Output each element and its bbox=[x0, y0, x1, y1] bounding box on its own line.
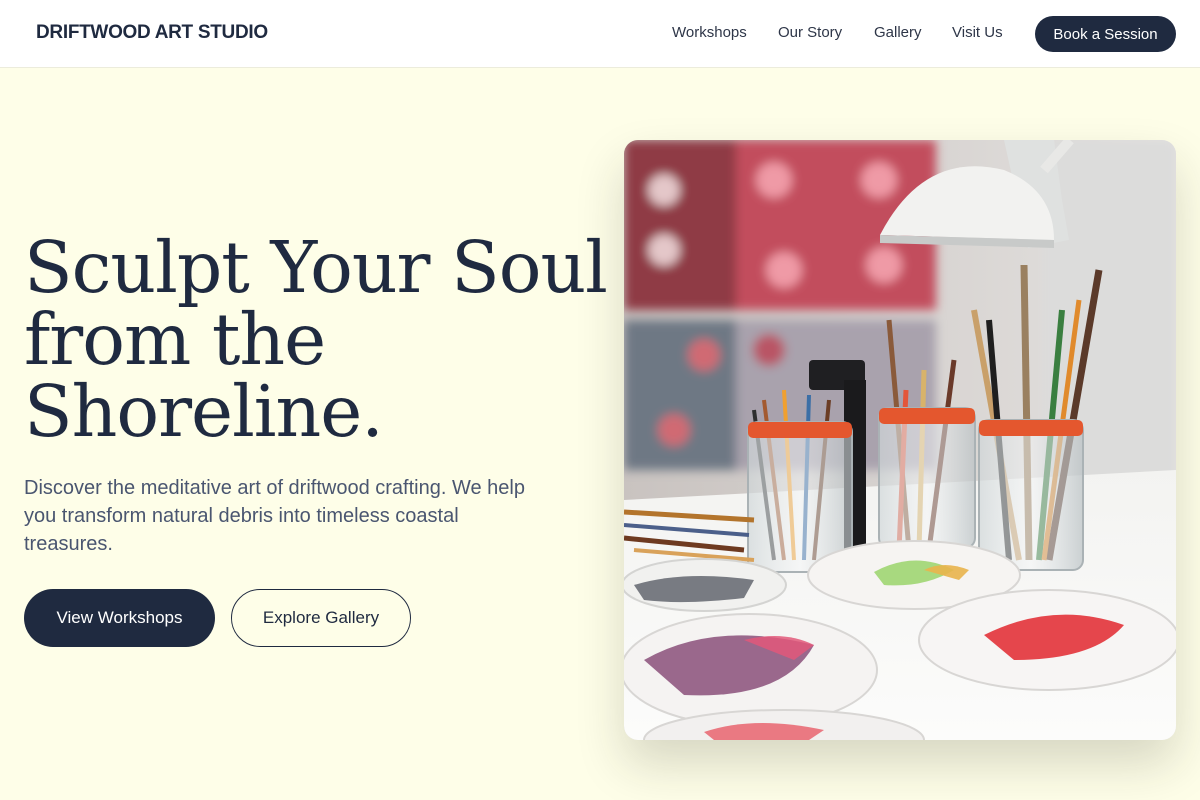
explore-gallery-button[interactable]: Explore Gallery bbox=[231, 589, 411, 647]
hero-image bbox=[624, 140, 1176, 740]
nav-workshops[interactable]: Workshops bbox=[672, 24, 747, 41]
brand-logo[interactable]: DRIFTWOOD ART STUDIO bbox=[36, 22, 268, 44]
hero-headline: Sculpt Your Soul from the Shoreline. bbox=[24, 226, 608, 453]
book-session-button[interactable]: Book a Session bbox=[1035, 16, 1176, 52]
nav-gallery[interactable]: Gallery bbox=[874, 24, 922, 41]
view-workshops-button[interactable]: View Workshops bbox=[24, 589, 215, 647]
top-navigation-bar: DRIFTWOOD ART STUDIO Workshops Our Story… bbox=[0, 0, 1200, 68]
headline-line-2: from the bbox=[24, 298, 326, 381]
studio-photo-illustration bbox=[624, 140, 1176, 740]
headline-line-3: Shoreline. bbox=[24, 370, 384, 453]
hero-description: Discover the meditative art of driftwood… bbox=[24, 477, 525, 555]
nav-visit-us[interactable]: Visit Us bbox=[952, 24, 1003, 41]
nav-our-story[interactable]: Our Story bbox=[778, 24, 842, 41]
headline-line-1: Sculpt Your Soul bbox=[24, 226, 608, 309]
